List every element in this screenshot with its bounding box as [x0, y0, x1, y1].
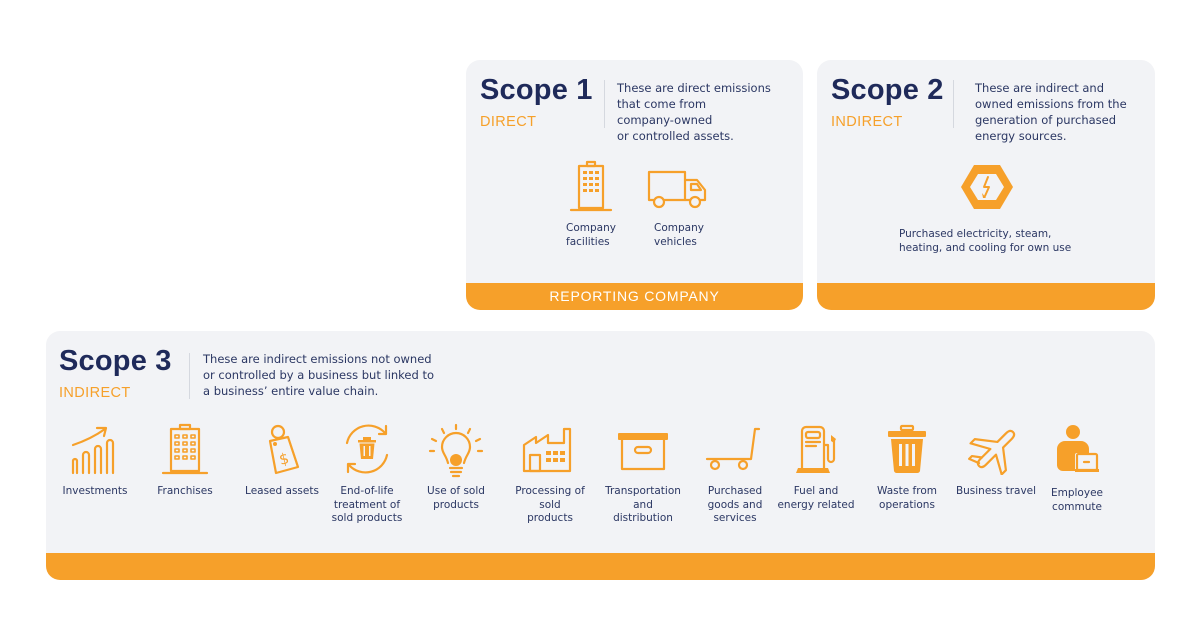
electricity-hexagon-icon: [961, 165, 1013, 209]
employee-laptop-icon: [1057, 425, 1099, 472]
scope3-title: Scope 3: [59, 345, 172, 377]
building-icon: [569, 160, 613, 212]
cart-icon: [705, 427, 761, 471]
fuel-pump-icon: [796, 425, 836, 473]
investments-chart-icon: [71, 426, 115, 475]
reporting-company-bar: REPORTING COMPANY: [466, 283, 803, 310]
scope2-title: Scope 2: [831, 74, 944, 106]
scope1-item-label: Company vehicles: [654, 222, 704, 248]
building-icon: [161, 423, 209, 475]
scope3-item-purchased-goods-and-services: Purchased goods and services: [690, 423, 780, 526]
scope3-bar: [46, 553, 1155, 580]
factory-icon: [522, 427, 572, 473]
scope2-card: Scope 2 INDIRECT These are indirect and …: [817, 60, 1155, 310]
box-icon: [618, 433, 668, 471]
scope3-divider: [189, 353, 190, 399]
scope2-divider: [953, 80, 954, 128]
scope3-item-processing-of-sold-products: Processing of sold products: [505, 423, 595, 526]
scope3-subtitle: INDIRECT: [59, 385, 131, 401]
scope1-item-company-vehicles: Company vehicles: [632, 160, 722, 249]
scope3-item-franchises: Franchises: [140, 423, 230, 499]
svg-text:$: $: [277, 449, 291, 469]
scope3-item-waste-from-operations: Waste from operations: [862, 423, 952, 512]
airplane-icon: [968, 429, 1016, 475]
scope3-description: These are indirect emissions not owned o…: [203, 352, 435, 398]
scope3-item-fuel-and-energy-related: Fuel and energy related: [771, 423, 861, 512]
scope2-subtitle: INDIRECT: [831, 114, 903, 130]
scope3-item-business-travel: Business travel: [951, 423, 1041, 499]
lightbulb-icon: [428, 423, 484, 478]
scope1-card: Scope 1 DIRECT These are direct emission…: [466, 60, 803, 310]
scope3-item-end-of-life-treatment: End-of-life treatment of sold products: [322, 423, 412, 526]
scope1-subtitle: DIRECT: [480, 114, 537, 130]
scope1-item-company-facilities: Company facilities: [546, 160, 636, 249]
scope3-item-transportation-and-distribution: Transportation and distribution: [598, 423, 688, 526]
price-tag-icon: $: [268, 424, 300, 475]
scope2-item-label: Purchased electricity, steam, heating, a…: [899, 228, 1072, 254]
scope2-item-purchased-electricity: Purchased electricity, steam, heating, a…: [887, 162, 1087, 255]
scope3-item-employee-commute: Employee commute: [1032, 423, 1122, 514]
scope3-card: Scope 3 INDIRECT These are indirect emis…: [46, 331, 1155, 580]
scope1-divider: [604, 80, 605, 128]
scope1-description: These are direct emissions that come fro…: [617, 81, 771, 143]
scope3-item-leased-assets: $ Leased assets: [237, 423, 327, 499]
scope3-item-use-of-sold-products: Use of sold products: [411, 423, 501, 512]
scope3-item-investments: Investments: [50, 423, 140, 499]
scope2-bar: [817, 283, 1155, 310]
scope1-item-label: Company facilities: [566, 222, 616, 248]
scope1-title: Scope 1: [480, 74, 593, 106]
truck-icon: [647, 170, 707, 209]
scope2-description: These are indirect and owned emissions f…: [975, 81, 1127, 143]
recycle-bin-icon: [345, 424, 389, 474]
trash-can-icon: [888, 424, 926, 474]
